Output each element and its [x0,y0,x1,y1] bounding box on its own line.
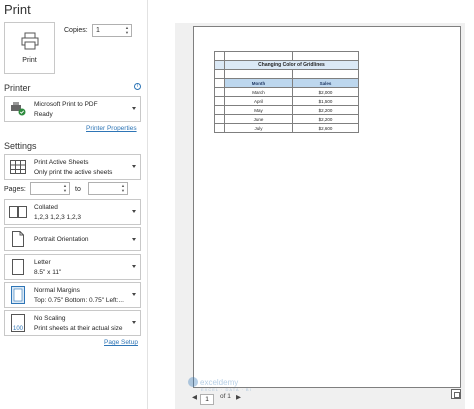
table-row [214,51,359,61]
page-setup-link[interactable]: Page Setup [104,339,138,346]
scaling-icon: 100 [7,313,29,333]
print-what-select[interactable]: Print Active Sheets Only print the activ… [4,154,141,180]
orientation-select[interactable]: Portrait Orientation [4,227,141,251]
print-button[interactable]: Print [4,22,55,74]
next-page-icon[interactable]: ▶ [236,393,241,401]
printer-heading: Printer [4,83,31,93]
printer-status: Ready [34,111,53,118]
collation-label: Collated [34,204,58,211]
current-page-input[interactable]: 1 [200,394,214,405]
chevron-down-icon [132,265,136,268]
table-cell: $2,000 [292,87,359,97]
collation-select[interactable]: Collated 1,2,3 1,2,3 1,2,3 [4,199,141,225]
chevron-down-icon [132,293,136,296]
table-cell: $1,500 [292,96,359,106]
print-what-desc: Only print the active sheets [34,169,113,176]
copies-value: 1 [96,27,100,34]
table-row: April $1,500 [214,96,359,106]
copies-label: Copies: [64,27,88,34]
margins-label: Normal Margins [34,287,80,294]
table-cell: June [224,114,293,124]
column-header: Sales [292,78,359,88]
sheet-grid-icon [7,157,29,177]
margins-icon [7,285,29,305]
pages-to-label: to [75,186,81,193]
table-cell: May [224,105,293,115]
table-row [214,69,359,79]
table-row: March $2,000 [214,87,359,97]
pages-label: Pages: [4,186,26,193]
svg-text:100: 100 [13,326,24,332]
table-row: June $2,200 [214,114,359,124]
previous-page-icon[interactable]: ◀ [192,393,197,401]
chevron-down-icon [132,238,136,241]
portrait-page-icon [7,230,29,248]
scaling-desc: Print sheets at their actual size [34,325,123,332]
paper-size-desc: 8.5" x 11" [34,269,62,276]
copies-input[interactable]: 1 ▲ ▼ [92,24,132,37]
column-header: Month [224,78,293,88]
pages-from-down-arrow-icon[interactable]: ▼ [63,189,67,193]
paper-size-label: Letter [34,259,51,266]
pages-to-input[interactable]: ▲ ▼ [88,182,128,195]
printer-properties-link[interactable]: Printer Properties [86,125,137,132]
chevron-down-icon [132,321,136,324]
collated-icon [7,202,29,222]
page-title: Print [4,2,31,17]
pane-divider [147,0,148,409]
preview-page: Changing Color of Gridlines Month Sales … [193,26,461,388]
chevron-down-icon [132,107,136,110]
page-count-label: of 1 [220,393,231,400]
table-cell: $2,200 [292,105,359,115]
scaling-select[interactable]: 100 No Scaling Print sheets at their act… [4,310,141,336]
watermark-logo: exceldemy EXCEL · DATA · BI [188,377,251,392]
info-icon[interactable]: i [134,83,141,90]
copies-down-arrow-icon[interactable]: ▼ [125,31,129,35]
pages-to-down-arrow-icon[interactable]: ▼ [121,189,125,193]
chevron-down-icon [132,165,136,168]
collation-desc: 1,2,3 1,2,3 1,2,3 [34,214,81,221]
table-cell: April [224,96,293,106]
print-button-label: Print [22,57,37,64]
current-page-value: 1 [205,396,209,403]
printer-select[interactable]: Microsoft Print to PDF Ready [4,96,141,122]
table-cell: $2,600 [292,123,359,133]
chevron-down-icon [132,210,136,213]
table-header-row: Month Sales [214,78,359,88]
sheet-title: Changing Color of Gridlines [224,60,359,70]
paper-size-icon [7,257,29,277]
table-row: July $2,600 [214,123,359,133]
preview-table: Changing Color of Gridlines Month Sales … [214,51,359,133]
watermark-tagline: EXCEL · DATA · BI [201,387,252,392]
orientation-label: Portrait Orientation [34,236,89,243]
margins-desc: Top: 0.75" Bottom: 0.75" Left:... [34,297,124,304]
table-cell: March [224,87,293,97]
table-row: Changing Color of Gridlines [214,60,359,70]
pages-from-input[interactable]: ▲ ▼ [30,182,70,195]
printer-icon [20,31,40,56]
scaling-label: No Scaling [34,315,66,322]
printer-ready-icon [7,99,29,119]
paper-size-select[interactable]: Letter 8.5" x 11" [4,254,141,280]
watermark-name: exceldemy [200,377,239,387]
zoom-to-page-icon[interactable] [451,389,461,399]
print-what-label: Print Active Sheets [34,159,89,166]
margins-select[interactable]: Normal Margins Top: 0.75" Bottom: 0.75" … [4,282,141,308]
exceldemy-logo-icon [188,377,198,387]
settings-heading: Settings [4,141,37,151]
table-cell: July [224,123,293,133]
table-cell: $2,200 [292,114,359,124]
printer-name: Microsoft Print to PDF [34,101,98,108]
table-row: May $2,200 [214,105,359,115]
